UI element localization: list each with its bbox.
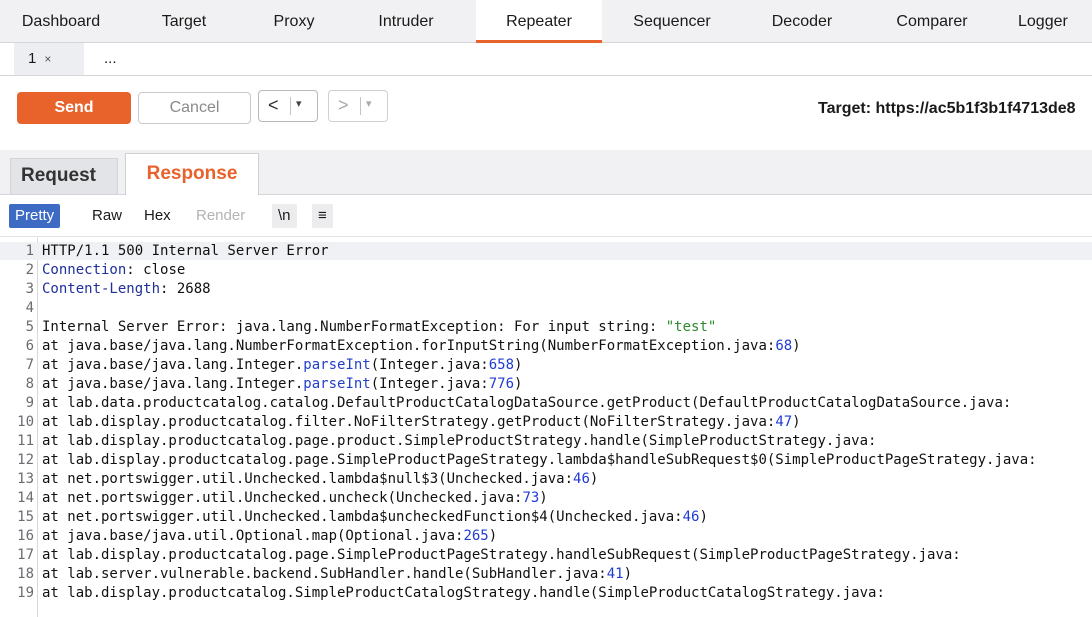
line-text: Content-Length: 2688 xyxy=(42,281,211,297)
message-tab-bar: Request Response xyxy=(0,150,1092,195)
tab-dashboard[interactable]: Dashboard xyxy=(0,0,122,42)
line-number: 17 xyxy=(17,547,34,563)
line-text: at net.portswigger.util.Unchecked.lambda… xyxy=(42,471,599,487)
mode-raw[interactable]: Raw xyxy=(86,204,128,228)
response-line: 19 at lab.display.productcatalog.SimplePr… xyxy=(0,584,1092,602)
line-number: 16 xyxy=(17,528,34,544)
response-line: 5 Internal Server Error: java.lang.Number… xyxy=(0,318,1092,336)
line-number: 8 xyxy=(25,376,34,392)
repeater-toolbar: Send Cancel < ▾ > ▾ Target: https://ac5b… xyxy=(0,76,1092,144)
response-line: 9 at lab.data.productcatalog.catalog.Defa… xyxy=(0,394,1092,412)
tab-decoder[interactable]: Decoder xyxy=(742,0,862,42)
target-url[interactable]: Target: https://ac5b1f3b1f4713de8 xyxy=(818,100,1076,118)
tab-repeater[interactable]: Repeater xyxy=(476,0,602,43)
response-line: 2 Connection: close xyxy=(0,261,1092,279)
tab-response[interactable]: Response xyxy=(125,153,259,195)
divider xyxy=(360,97,361,115)
line-text: HTTP/1.1 500 Internal Server Error xyxy=(42,243,329,259)
line-text: Internal Server Error: java.lang.NumberF… xyxy=(42,319,717,335)
response-line: 14 at net.portswigger.util.Unchecked.unch… xyxy=(0,489,1092,507)
response-line: 12 at lab.display.productcatalog.page.Sim… xyxy=(0,451,1092,469)
line-text: Connection: close xyxy=(42,262,186,278)
line-number: 2 xyxy=(25,262,34,278)
chevron-down-icon[interactable]: ▾ xyxy=(296,97,302,110)
tab-request[interactable]: Request xyxy=(10,158,118,194)
repeater-tab-bar: 1 × ... xyxy=(0,43,1092,76)
response-line: 15 at net.portswigger.util.Unchecked.lamb… xyxy=(0,508,1092,526)
history-forward-button[interactable]: > ▾ xyxy=(328,90,388,122)
line-number: 13 xyxy=(17,471,34,487)
line-text: at java.base/java.lang.Integer.parseInt(… xyxy=(42,376,523,392)
newline-toggle[interactable]: \n xyxy=(272,204,297,228)
line-text: at java.base/java.lang.NumberFormatExcep… xyxy=(42,338,801,354)
line-number: 11 xyxy=(17,433,34,449)
response-line: 16 at java.base/java.util.Optional.map(Op… xyxy=(0,527,1092,545)
cancel-button[interactable]: Cancel xyxy=(138,92,251,124)
tab-logger[interactable]: Logger xyxy=(1002,0,1092,42)
response-line: 6 at java.base/java.lang.NumberFormatExce… xyxy=(0,337,1092,355)
line-number: 9 xyxy=(25,395,34,411)
line-number: 3 xyxy=(25,281,34,297)
line-text: at lab.server.vulnerable.backend.SubHand… xyxy=(42,566,633,582)
line-number: 12 xyxy=(17,452,34,468)
response-line: 1 HTTP/1.1 500 Internal Server Error xyxy=(0,242,1092,260)
response-line: 10 at lab.display.productcatalog.filter.N… xyxy=(0,413,1092,431)
tab-comparer[interactable]: Comparer xyxy=(862,0,1002,42)
response-line: 13 at net.portswigger.util.Unchecked.lamb… xyxy=(0,470,1092,488)
line-text: at lab.display.productcatalog.page.Simpl… xyxy=(42,547,961,563)
line-number: 15 xyxy=(17,509,34,525)
line-number: 10 xyxy=(17,414,34,430)
line-text: at net.portswigger.util.Unchecked.lambda… xyxy=(42,509,708,525)
line-number: 18 xyxy=(17,566,34,582)
line-number: 19 xyxy=(17,585,34,601)
response-line: 3 Content-Length: 2688 xyxy=(0,280,1092,298)
mode-render[interactable]: Render xyxy=(190,204,251,228)
divider xyxy=(290,97,291,115)
back-arrow-icon: < xyxy=(268,95,279,115)
tab-intruder[interactable]: Intruder xyxy=(342,0,470,42)
response-line: 11 at lab.display.productcatalog.page.pro… xyxy=(0,432,1092,450)
tool-tab-bar: Dashboard Target Proxy Intruder Repeater… xyxy=(0,0,1092,43)
response-line: 4 xyxy=(0,299,1092,317)
line-text: at lab.display.productcatalog.filter.NoF… xyxy=(42,414,801,430)
line-number: 5 xyxy=(25,319,34,335)
menu-icon[interactable]: ≡ xyxy=(312,204,333,228)
tab-proxy[interactable]: Proxy xyxy=(246,0,342,42)
line-number: 1 xyxy=(25,243,34,259)
line-text: at lab.display.productcatalog.SimpleProd… xyxy=(42,585,885,601)
response-line: 8 at java.base/java.lang.Integer.parseInt… xyxy=(0,375,1092,393)
tab-target[interactable]: Target xyxy=(122,0,246,42)
mode-pretty[interactable]: Pretty xyxy=(9,204,61,228)
line-number: 6 xyxy=(25,338,34,354)
line-number: 7 xyxy=(25,357,34,373)
response-line: 17 at lab.display.productcatalog.page.Sim… xyxy=(0,546,1092,564)
line-number: 4 xyxy=(25,300,34,316)
line-text: at lab.display.productcatalog.page.produ… xyxy=(42,433,877,449)
tab-sequencer[interactable]: Sequencer xyxy=(602,0,742,42)
response-line: 7 at java.base/java.lang.Integer.parseInt… xyxy=(0,356,1092,374)
response-line: 18 at lab.server.vulnerable.backend.SubHa… xyxy=(0,565,1092,583)
forward-arrow-icon: > xyxy=(338,95,349,115)
line-text: at java.base/java.lang.Integer.parseInt(… xyxy=(42,357,523,373)
line-text: at lab.display.productcatalog.page.Simpl… xyxy=(42,452,1037,468)
line-text: at net.portswigger.util.Unchecked.unchec… xyxy=(42,490,548,506)
line-text: at lab.data.productcatalog.catalog.Defau… xyxy=(42,395,1012,411)
new-tab-button[interactable]: ... xyxy=(104,43,134,75)
repeater-tab-label: 1 xyxy=(28,50,37,67)
line-text: at java.base/java.util.Optional.map(Opti… xyxy=(42,528,498,544)
close-icon[interactable]: × xyxy=(44,52,51,66)
history-back-button[interactable]: < ▾ xyxy=(258,90,318,122)
response-editor[interactable]: 1 HTTP/1.1 500 Internal Server Error 2 Conn… xyxy=(0,238,1092,617)
repeater-tab-1[interactable]: 1 × xyxy=(14,43,84,75)
send-button[interactable]: Send xyxy=(17,92,131,124)
line-number: 14 xyxy=(17,490,34,506)
chevron-down-icon[interactable]: ▾ xyxy=(366,97,372,110)
view-mode-bar: Pretty Raw Hex Render \n ≡ xyxy=(0,196,1092,237)
mode-hex[interactable]: Hex xyxy=(138,204,177,228)
